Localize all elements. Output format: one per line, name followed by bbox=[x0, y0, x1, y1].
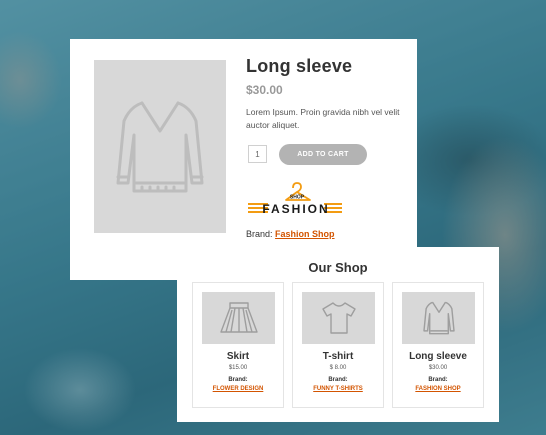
fashion-shop-logo: SHOP FASHION bbox=[246, 179, 344, 219]
shop-item-brand-link[interactable]: FLOWER DESIGN bbox=[193, 386, 283, 392]
our-shop-widget: Our Shop Skirt $15.00 Brand: FLOWER DESI… bbox=[177, 247, 499, 422]
shop-item-brand-label: Brand: bbox=[428, 377, 448, 383]
shop-item-name: Skirt bbox=[226, 351, 250, 362]
logo-fashion-text: FASHION bbox=[262, 202, 329, 216]
shop-item-skirt[interactable]: Skirt $15.00 Brand: FLOWER DESIGN bbox=[192, 282, 284, 408]
skirt-icon bbox=[219, 302, 258, 333]
shop-item-brand-link[interactable]: FASHION SHOP bbox=[393, 386, 483, 392]
shop-item-price: $30.00 bbox=[428, 365, 448, 371]
shop-item-tshirt[interactable]: T-shirt $ 8.00 Brand: FUNNY T-SHIRTS bbox=[292, 282, 384, 408]
product-card: Long sleeve $30.00 Lorem Ipsum. Proin gr… bbox=[70, 39, 417, 280]
shop-item-image bbox=[302, 292, 375, 344]
shop-item-brand-link[interactable]: FUNNY T-SHIRTS bbox=[293, 386, 383, 392]
product-brand: Brand: Fashion Shop bbox=[246, 229, 335, 239]
add-to-cart-button[interactable]: ADD TO CART bbox=[279, 144, 367, 165]
product-description: Lorem Ipsum. Proin gravida nibh vel veli… bbox=[246, 107, 400, 130]
shop-item-image bbox=[402, 292, 475, 344]
brand-link[interactable]: Fashion Shop bbox=[275, 229, 335, 239]
sweater-icon bbox=[116, 101, 204, 192]
quantity-input[interactable] bbox=[248, 145, 267, 163]
shop-item-image bbox=[202, 292, 275, 344]
product-title: Long sleeve bbox=[246, 56, 353, 76]
product-image bbox=[94, 60, 226, 233]
product-price: $30.00 bbox=[246, 83, 283, 97]
logo-shop-text: SHOP bbox=[290, 195, 305, 201]
shop-item-name: T-shirt bbox=[322, 351, 354, 362]
sweater-icon bbox=[422, 301, 455, 335]
shop-title: Our Shop bbox=[308, 260, 368, 275]
shop-item-price: $ 8.00 bbox=[329, 365, 347, 371]
shop-item-name: Long sleeve bbox=[409, 351, 467, 362]
shop-item-long-sleeve[interactable]: Long sleeve $30.00 Brand: FASHION SHOP bbox=[392, 282, 484, 408]
shop-item-brand-label: Brand: bbox=[228, 377, 248, 383]
tshirt-icon bbox=[321, 302, 356, 334]
shop-item-brand-label: Brand: bbox=[328, 377, 348, 383]
brand-label: Brand: bbox=[246, 229, 273, 239]
shop-item-price: $15.00 bbox=[228, 365, 248, 371]
